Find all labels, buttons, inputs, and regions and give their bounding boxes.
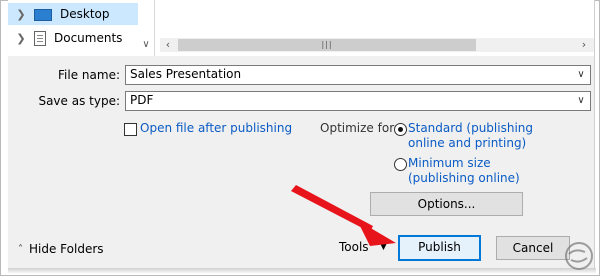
watermark-logo xyxy=(565,242,593,270)
arrow-head xyxy=(357,220,396,246)
annotation-arrow xyxy=(291,185,396,246)
